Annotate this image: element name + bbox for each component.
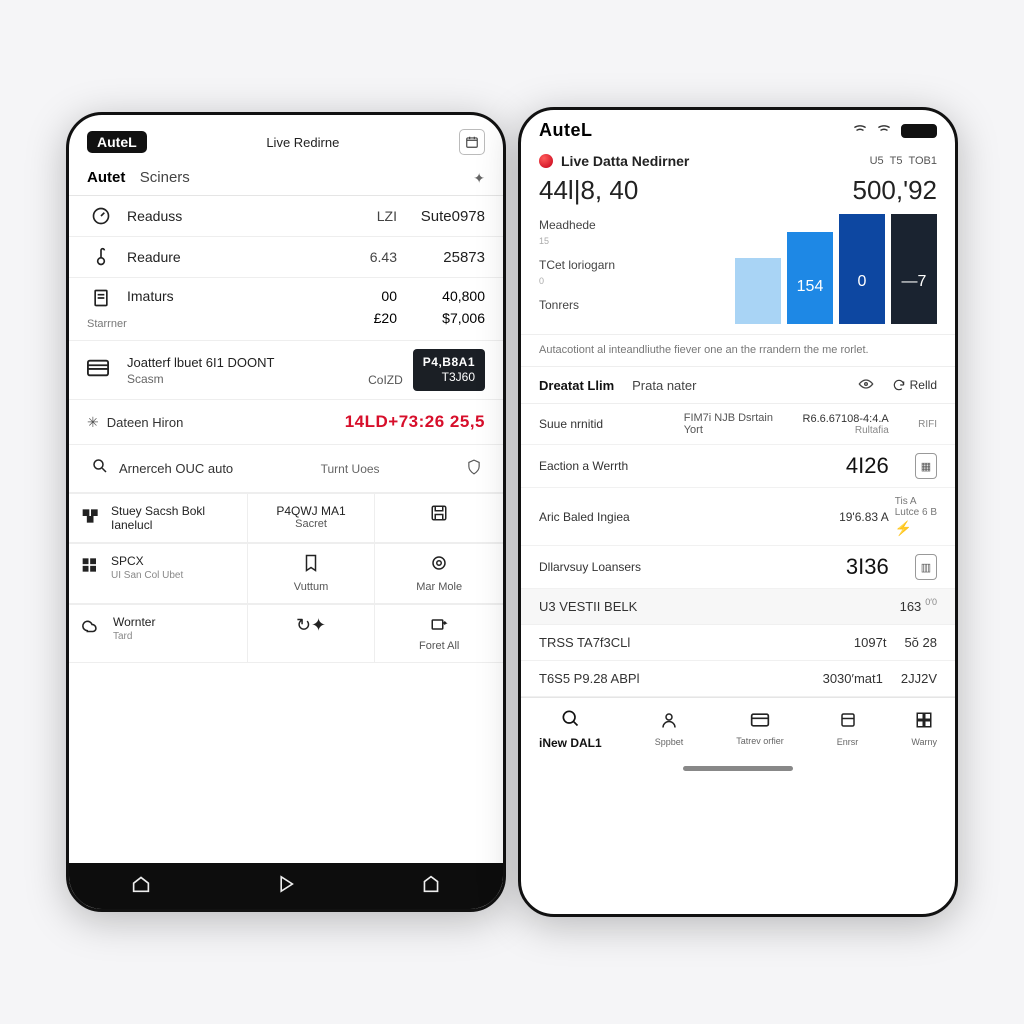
bn-newdal[interactable]: iNew DAL1 bbox=[539, 708, 602, 750]
bottom-nav: iNew DAL1 Sppbet Tatrev orfier Enrsr War… bbox=[521, 697, 955, 760]
bar-4: —7 bbox=[891, 214, 937, 324]
tile-save[interactable] bbox=[375, 493, 503, 542]
nav-play-icon[interactable] bbox=[266, 875, 306, 898]
export-icon bbox=[430, 615, 448, 636]
bar-2: 154 bbox=[787, 232, 833, 324]
reload-button[interactable]: Relld bbox=[892, 378, 937, 392]
red-value: 14LD+73:26 25,5 bbox=[345, 412, 485, 432]
caption: Autacotiont al inteandliuthe fiever one … bbox=[521, 335, 955, 367]
grid4-icon bbox=[915, 711, 933, 734]
list-row-3[interactable]: T6S5 P9.28 ABPl 3030′mat1 2JJ2V bbox=[521, 661, 955, 697]
stack-icon bbox=[81, 507, 101, 530]
layers-icon bbox=[839, 711, 857, 734]
brand-logo: AuteL bbox=[539, 120, 593, 141]
metric-left: 44l|8, 40 bbox=[539, 175, 638, 206]
module-icon: ▥ bbox=[915, 554, 937, 580]
sparkle-icon[interactable]: ✦ bbox=[473, 170, 485, 187]
header-title: Live Redirne bbox=[266, 135, 339, 150]
record-dot-icon bbox=[539, 154, 553, 168]
subtab-dreatat[interactable]: Dreatat Llim bbox=[539, 378, 614, 393]
signal-icon bbox=[877, 123, 891, 138]
bar-1 bbox=[735, 258, 781, 324]
tiles-row2: SPCX UI San Col Ubet Vuttum Mar Mole bbox=[69, 543, 503, 604]
data-row-2[interactable]: Eaction a Werrth 4I26 ▦ bbox=[521, 445, 955, 488]
sub-tabs: Dreatat Llim Prata nater Relld bbox=[521, 367, 955, 404]
header: AuteL Live Redirne bbox=[69, 115, 503, 161]
tile-wornter[interactable]: Wornter Tard bbox=[69, 604, 248, 662]
nav-home-icon[interactable] bbox=[121, 875, 161, 898]
android-navbar bbox=[69, 863, 503, 909]
temp-icon bbox=[87, 247, 115, 267]
grid-icon bbox=[81, 556, 101, 579]
chip-icon: ▦ bbox=[915, 453, 937, 479]
metric-right: 500,'92 bbox=[853, 175, 938, 206]
tabs: Autet Sciners ✦ bbox=[69, 161, 503, 196]
scan-icon bbox=[560, 708, 580, 733]
tab-sciners[interactable]: Sciners bbox=[140, 169, 190, 186]
asterisk-icon: ✳ bbox=[87, 414, 99, 431]
tile-spcx[interactable]: SPCX UI San Col Ubet bbox=[69, 543, 248, 603]
bn-sppbet[interactable]: Sppbet bbox=[655, 711, 684, 747]
row-datehiron[interactable]: ✳Dateen Hiron 14LD+73:26 25,5 bbox=[69, 399, 503, 445]
refresh-icon: ↻✦ bbox=[296, 615, 326, 636]
tile-foretall[interactable]: Foret All bbox=[375, 604, 503, 662]
battery-icon bbox=[901, 124, 937, 138]
data-row-3[interactable]: Aric Baled Ingiea 19'6.83 A Tis A Lutce … bbox=[521, 488, 955, 546]
calendar-icon[interactable] bbox=[459, 129, 485, 155]
right-phone-frame: AuteL Live Datta Nedirner U5 T5 TOB1 44l… bbox=[518, 107, 958, 917]
tile-refresh[interactable]: ↻✦ bbox=[248, 604, 376, 662]
subtab-prata[interactable]: Prata nater bbox=[632, 378, 696, 393]
row-imaturs[interactable]: Imaturs Starrner 00 £20 40,800 $7,006 bbox=[69, 278, 503, 341]
chart-block: Meadhede 15 TCet loriogarn 0 Tonrers 154… bbox=[521, 214, 955, 335]
status-bar: AuteL bbox=[521, 110, 955, 145]
wifi-icon bbox=[853, 123, 867, 138]
tile-marmole[interactable]: Mar Mole bbox=[375, 543, 503, 603]
list-row-1[interactable]: U3 VESTII BELK 163 0′0 bbox=[521, 589, 955, 625]
row-readuss[interactable]: Readuss LZI Sute0978 bbox=[69, 196, 503, 237]
home-indicator[interactable] bbox=[683, 766, 793, 771]
live-header: Live Datta Nedirner U5 T5 TOB1 bbox=[521, 145, 955, 171]
bolt-icon: ⚡ bbox=[895, 520, 937, 537]
data-row-4[interactable]: Dllarvsuy Loansers 3I36 ▥ bbox=[521, 546, 955, 589]
data-row-1[interactable]: Suue nrnitid FIM7i NJB Dsrtain Yort R6.6… bbox=[521, 404, 955, 445]
bookmark-icon bbox=[303, 554, 319, 577]
nav-recent-icon[interactable] bbox=[411, 875, 451, 898]
doc-icon bbox=[87, 288, 115, 308]
row-sub-starrner: Starrner bbox=[87, 318, 333, 330]
search-gear-icon bbox=[91, 457, 109, 480]
tile-vuttum[interactable]: Vuttum bbox=[248, 543, 376, 603]
tiles-row3: Wornter Tard ↻✦ Foret All bbox=[69, 604, 503, 663]
tiles-row1: Stuey Sacsh Bokl Ianelucl P4QWJ MA1 Sacr… bbox=[69, 493, 503, 543]
card-icon bbox=[87, 359, 115, 382]
bar-chart: 154 0 —7 bbox=[735, 214, 937, 324]
row-readure[interactable]: Readure 6.43 25873 bbox=[69, 237, 503, 278]
bar-3: 0 bbox=[839, 214, 885, 324]
row-auto[interactable]: Arnerceh OUC auto Turnt Uoes bbox=[69, 445, 503, 493]
bn-warny[interactable]: Warny bbox=[911, 711, 937, 747]
gauge-icon bbox=[87, 206, 115, 226]
target-icon bbox=[430, 554, 448, 577]
wallet-icon bbox=[750, 712, 770, 733]
tile-p4qwj[interactable]: P4QWJ MA1 Sacret bbox=[248, 493, 376, 542]
tile-stuey[interactable]: Stuey Sacsh Bokl Ianelucl bbox=[69, 493, 248, 542]
person-icon bbox=[660, 711, 678, 734]
brand-logo: AuteL bbox=[87, 131, 147, 153]
bn-tatrev[interactable]: Tatrev orfier bbox=[736, 712, 784, 746]
list-row-2[interactable]: TRSS TA7f3CLl 1097t 5ŏ 28 bbox=[521, 625, 955, 661]
tab-autet[interactable]: Autet bbox=[87, 169, 125, 186]
left-phone-frame: AuteL Live Redirne Autet Sciners ✦ Readu… bbox=[66, 112, 506, 912]
dark-badge: P4,B8A1 T3J60 bbox=[413, 349, 485, 391]
save-icon bbox=[430, 504, 448, 527]
metrics: 44l|8, 40 500,'92 bbox=[521, 171, 955, 214]
row-bidoont[interactable]: Joatterf lbuet 6I1 DOONT Scasm CoIZD P4,… bbox=[69, 341, 503, 399]
shield-icon bbox=[467, 459, 481, 478]
bn-enrsr[interactable]: Enrsr bbox=[837, 711, 859, 747]
cloud-icon bbox=[81, 618, 103, 639]
eye-icon[interactable] bbox=[858, 377, 874, 393]
